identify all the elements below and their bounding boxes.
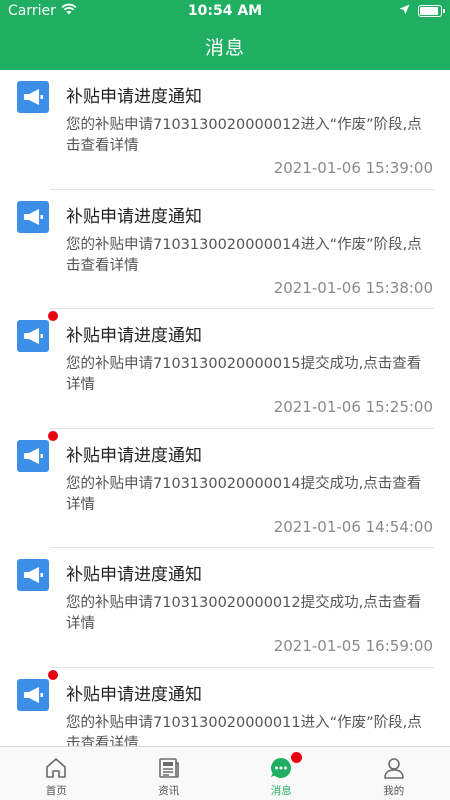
message-body: 您的补贴申请7103130020000014提交成功,点击查看详情 (66, 475, 422, 513)
unread-dot (48, 430, 58, 441)
tab-bar: 首页 资讯 消息 我的 (0, 746, 450, 800)
tab-profile-label: 我的 (383, 785, 405, 797)
message-item[interactable]: 补贴申请进度通知 您的补贴申请7103130020000014提交成功,点击查看… (0, 429, 450, 548)
tab-messages-label: 消息 (270, 785, 292, 797)
status-bar: Carrier 10:54 AM (0, 0, 450, 22)
megaphone-icon (17, 200, 49, 233)
megaphone-icon (17, 81, 49, 113)
message-item[interactable]: 补贴申请进度通知 您的补贴申请7103130020000015提交成功,点击查看… (0, 309, 450, 429)
notification-badge (291, 752, 302, 763)
message-item[interactable]: 补贴申请进度通知 您的补贴申请7103130020000012提交成功,点击查看… (0, 548, 450, 668)
news-icon (156, 755, 182, 781)
location-arrow-icon (399, 3, 410, 19)
message-title: 补贴申请进度通知 (66, 684, 202, 705)
message-body: 您的补贴申请7103130020000012进入“作废”阶段,点击查看详情 (66, 117, 422, 154)
message-title: 补贴申请进度通知 (66, 445, 202, 466)
megaphone-icon (17, 439, 49, 472)
megaphone-icon (17, 559, 49, 591)
page-title: 消息 (204, 36, 245, 59)
message-list[interactable]: 补贴申请进度通知 您的补贴申请7103130020000012进入“作废”阶段,… (0, 70, 450, 746)
message-title: 补贴申请进度通知 (66, 565, 202, 585)
unread-dot (48, 311, 58, 321)
megaphone-icon (17, 678, 49, 711)
message-body: 您的补贴申请7103130020000014进入“作废”阶段,点击查看详情 (66, 236, 422, 274)
message-body: 您的补贴申请7103130020000012提交成功,点击查看详情 (66, 595, 422, 632)
tab-news[interactable]: 资讯 (113, 747, 226, 800)
message-body: 您的补贴申请7103130020000015提交成功,点击查看详情 (66, 356, 422, 393)
battery-icon (418, 5, 445, 17)
tab-messages[interactable]: 消息 (225, 747, 338, 800)
message-time: 2021-01-06 15:38:00 (273, 278, 433, 297)
message-time: 2021-01-05 16:59:00 (273, 637, 433, 655)
message-time: 2021-01-06 14:54:00 (273, 517, 433, 536)
tab-home[interactable]: 首页 (0, 747, 113, 800)
message-time: 2021-01-06 15:25:00 (273, 398, 433, 416)
home-icon (43, 755, 69, 781)
megaphone-icon (17, 320, 49, 352)
message-item[interactable]: 补贴申请进度通知 您的补贴申请7103130020000012进入“作废”阶段,… (0, 70, 450, 190)
profile-icon (381, 755, 407, 781)
tab-news-label: 资讯 (158, 785, 180, 797)
message-title: 补贴申请进度通知 (66, 87, 202, 107)
message-item[interactable]: 补贴申请进度通知 您的补贴申请7103130020000011进入“作废”阶段,… (0, 668, 450, 747)
message-title: 补贴申请进度通知 (66, 326, 202, 346)
unread-dot (48, 669, 58, 680)
message-body: 您的补贴申请7103130020000011进入“作废”阶段,点击查看详情 (66, 714, 422, 747)
message-title: 补贴申请进度通知 (66, 206, 202, 227)
message-item[interactable]: 补贴申请进度通知 您的补贴申请7103130020000014进入“作废”阶段,… (0, 190, 450, 309)
message-time: 2021-01-06 15:39:00 (273, 159, 433, 177)
status-time: 10:54 AM (187, 3, 263, 19)
tab-profile[interactable]: 我的 (338, 747, 450, 800)
nav-bar: 消息 (0, 22, 450, 70)
tab-home-label: 首页 (45, 785, 67, 797)
